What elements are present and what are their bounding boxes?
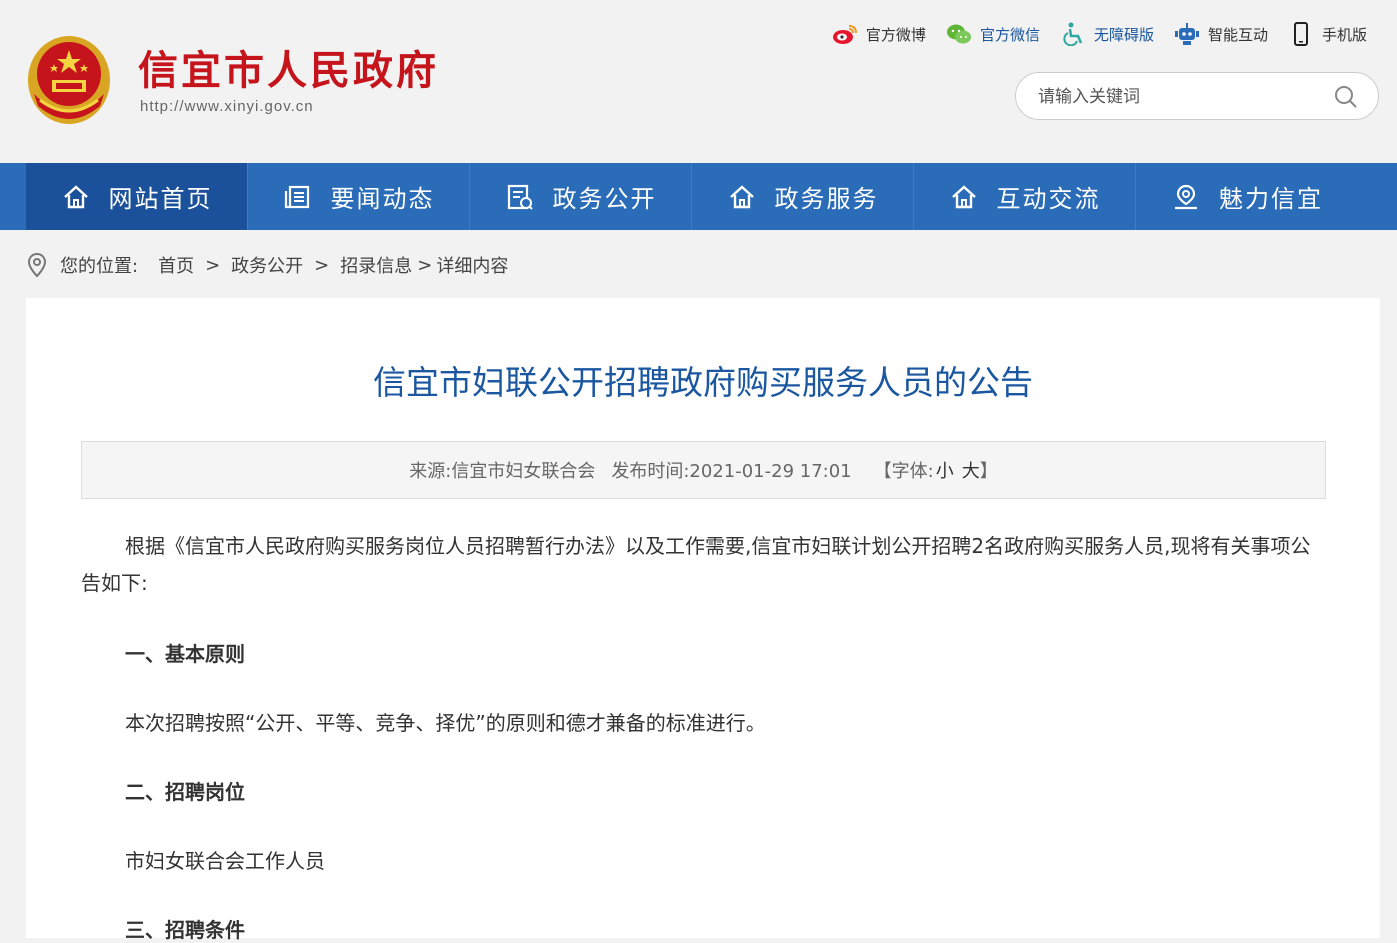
font-small-button[interactable]: 小 <box>936 461 954 482</box>
search-input[interactable] <box>1036 83 1330 111</box>
breadcrumb-gov-affairs[interactable]: 政务公开 <box>231 252 303 278</box>
nav-gov-affairs-label: 政务公开 <box>552 185 657 213</box>
breadcrumb-separator: > <box>417 254 433 276</box>
article-source: 来源:信宜市妇女联合会 <box>409 461 596 482</box>
accessibility-icon <box>1060 21 1086 47</box>
smart-interact-label: 智能互动 <box>1207 25 1268 44</box>
breadcrumb-current: 详细内容 <box>436 256 509 277</box>
article-paragraph: 市妇女联合会工作人员 <box>125 849 325 873</box>
article-body: 根据《信宜市人民政府购买服务岗位人员招聘暂行办法》以及工作需要,信宜市妇联计划公… <box>81 528 1326 943</box>
nav-news-label: 要闻动态 <box>330 185 435 213</box>
breadcrumb-recruitment[interactable]: 招录信息 <box>340 252 412 278</box>
site-url: http://www.xinyi.gov.cn <box>140 98 314 115</box>
breadcrumb-separator: > <box>314 254 330 276</box>
wechat-label: 官方微信 <box>979 25 1040 44</box>
nav-charm-xinyi-label: 魅力信宜 <box>1219 185 1323 213</box>
search-icon[interactable] <box>1334 85 1358 109</box>
nav-home-label: 网站首页 <box>108 185 213 213</box>
nav-interaction[interactable]: 互动交流 <box>914 163 1136 230</box>
weibo-label: 官方微博 <box>865 25 926 44</box>
article-meta: 来源:信宜市妇女联合会 发布时间:2021-01-29 17:01 【字体: 小大… <box>81 441 1326 499</box>
mobile-link[interactable]: 手机版 <box>1288 21 1367 47</box>
font-size-prefix: 【字体: <box>873 461 934 482</box>
search-box <box>1015 72 1379 120</box>
home-icon <box>727 182 757 212</box>
article-paragraph: 本次招聘按照“公开、平等、竞争、择优”的原则和德才兼备的标准进行。 <box>125 711 766 735</box>
accessibility-label: 无障碍版 <box>1093 25 1154 44</box>
article-title: 信宜市妇联公开招聘政府购买服务人员的公告 <box>373 363 1033 402</box>
main-nav: 网站首页 要闻动态 政务公开 政务服务 互动交流 魅力信宜 <box>0 163 1397 230</box>
section-heading: 三、招聘条件 <box>125 918 245 942</box>
mobile-icon <box>1288 21 1314 47</box>
top-links: 官方微博 官方微信 无障碍版 智能互动 手机版 <box>812 20 1367 48</box>
news-icon <box>283 182 313 212</box>
breadcrumb-home[interactable]: 首页 <box>158 252 194 278</box>
nav-news[interactable]: 要闻动态 <box>248 163 470 230</box>
breadcrumb-label: 您的位置: <box>60 256 139 277</box>
site-title: 信宜市人民政府 <box>138 47 439 94</box>
font-size-suffix: 】 <box>979 461 998 482</box>
site-header: 信宜市人民政府 http://www.xinyi.gov.cn 官方微博 官方微… <box>0 0 1397 163</box>
home-icon <box>949 182 979 212</box>
breadcrumb: 您的位置: 首页 > 政务公开 > 招录信息 > 详细内容 <box>26 250 508 280</box>
document-icon <box>505 182 535 212</box>
nav-gov-affairs[interactable]: 政务公开 <box>470 163 692 230</box>
wechat-link[interactable]: 官方微信 <box>946 21 1040 47</box>
nav-home[interactable]: 网站首页 <box>26 163 248 230</box>
font-size-control: 【字体: 小大】 <box>874 457 998 483</box>
nav-gov-services[interactable]: 政务服务 <box>692 163 914 230</box>
mobile-label: 手机版 <box>1321 25 1367 44</box>
article-paragraph: 根据《信宜市人民政府购买服务岗位人员招聘暂行办法》以及工作需要,信宜市妇联计划公… <box>81 534 1311 595</box>
font-large-button[interactable]: 大 <box>962 461 980 482</box>
weibo-link[interactable]: 官方微博 <box>832 21 926 47</box>
weibo-icon <box>832 21 858 47</box>
robot-icon <box>1174 21 1200 47</box>
home-icon <box>61 182 91 212</box>
section-heading: 二、招聘岗位 <box>125 780 245 804</box>
article-publish-time: 发布时间:2021-01-29 17:01 <box>611 461 852 482</box>
article-panel: 信宜市妇联公开招聘政府购买服务人员的公告 来源:信宜市妇女联合会 发布时间:20… <box>26 298 1380 942</box>
nav-gov-services-label: 政务服务 <box>774 185 879 213</box>
national-emblem-logo <box>28 36 110 124</box>
nav-charm-xinyi[interactable]: 魅力信宜 <box>1136 163 1358 230</box>
location-user-icon <box>1171 182 1201 212</box>
smart-interact-link[interactable]: 智能互动 <box>1174 21 1268 47</box>
location-pin-icon <box>27 252 47 278</box>
section-heading: 一、基本原则 <box>125 642 245 666</box>
breadcrumb-separator: > <box>205 254 221 276</box>
accessibility-link[interactable]: 无障碍版 <box>1060 21 1154 47</box>
wechat-icon <box>946 21 972 47</box>
nav-interaction-label: 互动交流 <box>996 185 1101 213</box>
